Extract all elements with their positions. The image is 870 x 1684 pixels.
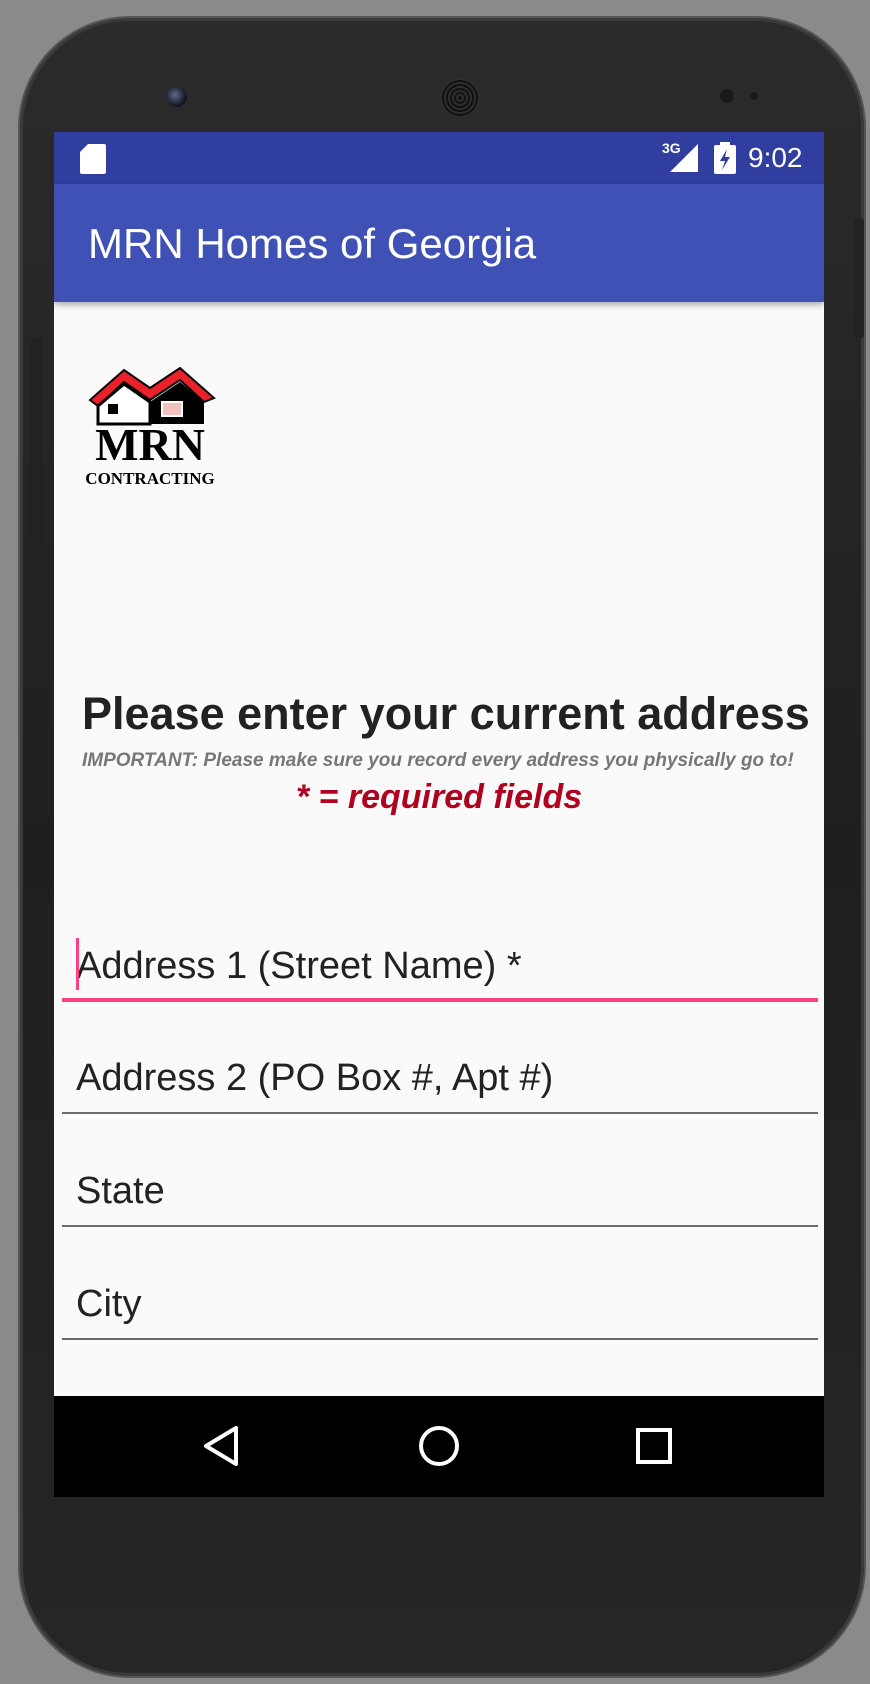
proximity-sensor [720, 89, 734, 103]
volume-button [30, 338, 42, 608]
recents-icon[interactable] [622, 1414, 686, 1478]
city-underline [62, 1338, 818, 1340]
earpiece-speaker [440, 78, 480, 118]
form-content[interactable]: MRN CONTRACTING Please enter your curren… [54, 302, 824, 1497]
state-input[interactable] [62, 1155, 818, 1227]
sd-card-icon [80, 144, 106, 174]
address1-field[interactable] [62, 930, 818, 1002]
mrn-contracting-logo: MRN CONTRACTING [85, 366, 216, 488]
city-field[interactable] [62, 1268, 818, 1340]
status-bar: 3G 9:02 [54, 132, 824, 184]
home-icon[interactable] [407, 1414, 471, 1478]
svg-text:MRN: MRN [95, 419, 205, 470]
important-note: IMPORTANT: Please make sure you record e… [82, 750, 794, 771]
form-heading: Please enter your current address [82, 688, 810, 739]
battery-charging-icon [714, 142, 736, 174]
light-sensor [750, 92, 758, 100]
address1-underline [62, 998, 818, 1002]
address1-input[interactable] [62, 930, 818, 1002]
navigation-bar [54, 1396, 824, 1497]
address2-underline [62, 1112, 818, 1114]
power-button [854, 218, 864, 338]
text-caret [76, 938, 79, 990]
status-clock: 9:02 [748, 142, 803, 173]
address2-input[interactable] [62, 1042, 818, 1114]
signal-icon: 3G [662, 140, 702, 174]
device-screen: 3G 9:02 MRN Homes of Georgia MRN CONTRAC… [54, 132, 824, 1497]
required-fields-note: * = required fields [295, 778, 583, 816]
svg-text:CONTRACTING: CONTRACTING [85, 469, 214, 488]
state-field[interactable] [62, 1155, 818, 1227]
city-input[interactable] [62, 1268, 818, 1340]
address2-field[interactable] [62, 1042, 818, 1114]
state-underline [62, 1225, 818, 1227]
back-icon[interactable] [192, 1414, 256, 1478]
front-camera [167, 87, 187, 107]
app-title: MRN Homes of Georgia [88, 220, 537, 267]
app-bar: MRN Homes of Georgia [54, 184, 824, 302]
